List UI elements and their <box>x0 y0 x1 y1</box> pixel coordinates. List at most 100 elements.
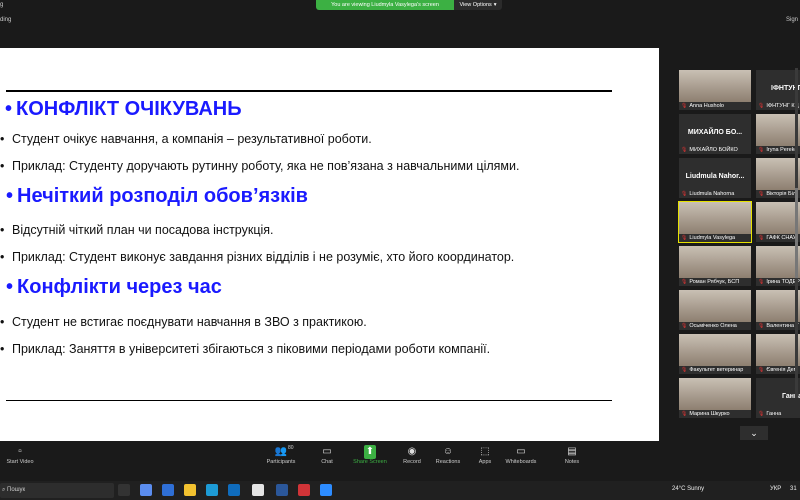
wps-icon[interactable] <box>298 484 310 496</box>
participant-tile[interactable]: 🎙 Liudmyla Vasylega <box>678 201 752 243</box>
toolbar-label: Record <box>403 459 421 465</box>
mic-muted-icon: 🎙 <box>681 147 688 153</box>
participant-name-label: 🎙 Марина Шкурко <box>681 411 730 417</box>
mic-muted-icon: 🎙 <box>681 323 688 329</box>
task-view-icon[interactable] <box>118 484 130 496</box>
file-explorer-icon[interactable] <box>184 484 196 496</box>
participant-tile[interactable]: 🎙 Марина Шкурко <box>679 378 751 418</box>
participant-tile[interactable]: 🎙 Вікторія Біл <box>756 158 800 198</box>
windows-taskbar: ⌕ Пошук 24°C Sunny УКР 31 <box>0 481 800 500</box>
notes-button[interactable]: ▤ Notes <box>549 445 595 465</box>
participant-tile[interactable]: Liudmula Nahor... 🎙 Liudmula Nahorna <box>679 158 751 198</box>
participant-video <box>679 202 751 234</box>
chrome-icon[interactable] <box>252 484 264 496</box>
language-indicator[interactable]: УКР <box>770 486 781 492</box>
participants-button[interactable]: 👥 80 Participants <box>258 445 304 465</box>
participant-video <box>679 290 751 322</box>
top-bar: g ding Sign You are viewing Liudmyla Vas… <box>0 0 800 48</box>
participant-name-label: 🎙 Iryna Pereko <box>758 147 798 153</box>
toolbar-label: Participants <box>266 459 296 465</box>
mic-muted-icon: 🎙 <box>758 103 765 109</box>
participants-icon: 👥 <box>274 446 288 457</box>
copilot-icon[interactable] <box>140 484 152 496</box>
section-heading-2: • Нечіткий розподіл обов’язків <box>6 185 308 207</box>
mic-muted-icon: 🎙 <box>681 191 688 197</box>
mic-muted-icon: 🎙 <box>681 411 688 417</box>
participant-name-label: 🎙 Ганна <box>758 411 782 417</box>
mic-muted-icon: 🎙 <box>758 323 765 329</box>
participant-tile[interactable]: 🎙 Anna Husholo <box>679 70 751 110</box>
participant-video <box>756 246 800 278</box>
participant-tile[interactable]: 🎙 Ірина ТОДЕР <box>756 246 800 286</box>
window-title-fragment: g <box>0 2 4 8</box>
zoom-icon[interactable] <box>320 484 332 496</box>
participant-tile[interactable]: 🎙 Факультет ветеринар <box>679 334 751 374</box>
word-icon[interactable] <box>276 484 288 496</box>
bullet-1-1: • Студент очікує навчання, а компанія – р… <box>0 132 372 146</box>
screen-share-banner: You are viewing Liudmyla Vasylega's scre… <box>316 0 502 10</box>
toolbar-label: Chat <box>321 459 333 465</box>
teams-icon[interactable] <box>162 484 174 496</box>
participant-video <box>679 70 751 102</box>
weather-status[interactable]: 24°C Sunny <box>672 486 704 492</box>
shared-slide: • КОНФЛІКТ ОЧІКУВАНЬ • Студент очікує навч… <box>0 48 659 441</box>
bullet-3-1: • Студент не встигає поєднувати навчання … <box>0 315 367 329</box>
participant-tile[interactable]: ІФНТУНГ КЦ 🎙ІФНТУНГ КЦ <box>756 70 800 110</box>
participant-display-name: Ганна <box>781 393 800 400</box>
meeting-toolbar: ▫ Start Video 👥 80 Participants ▭ Chat ⬆ Share S… <box>0 441 800 481</box>
participant-tile[interactable]: 🎙 ГАФК СНАУ <box>756 202 800 242</box>
gallery-scrollbar[interactable] <box>795 68 798 398</box>
participant-tile[interactable]: 🎙 Iryna Pereko <box>756 114 800 154</box>
participant-tile[interactable]: 🎙 Роман Рябчук, БСП <box>679 246 751 286</box>
participant-video <box>679 334 751 366</box>
mic-muted-icon: 🎙 <box>758 235 765 241</box>
toolbar-label: Apps <box>478 459 492 465</box>
whiteboards-button[interactable]: ▭ Whiteboards <box>498 445 544 465</box>
participant-display-name: ІФНТУНГ КЦ <box>771 85 800 92</box>
share-screen-button[interactable]: ⬆ Share Screen <box>347 445 393 465</box>
sign-label: Sign <box>785 17 798 23</box>
slide-divider-top <box>6 90 612 92</box>
toolbar-label: Reactions <box>435 459 461 465</box>
participant-display-name: МИХАЙЛО БО... <box>687 129 743 136</box>
participant-video <box>756 114 800 146</box>
participants-count: 80 <box>288 445 294 451</box>
gallery-next-page-button[interactable]: ⌄ <box>740 426 768 440</box>
chat-button[interactable]: ▭ Chat <box>304 445 350 465</box>
participant-gallery: 🎙Anna Husholo ІФНТУНГ КЦ 🎙ІФНТУНГ КЦ МИХАЙЛ… <box>659 48 800 441</box>
start-video-button[interactable]: ▫ Start Video <box>0 445 43 465</box>
participant-tile[interactable]: МИХАЙЛО БО... 🎙 МИХАЙЛО БОЙКО <box>679 114 751 154</box>
view-options-button[interactable]: View Options ▾ <box>454 0 502 10</box>
participant-name-label: 🎙 Liudmyla Vasylega <box>681 235 736 241</box>
participant-tile[interactable]: 🎙 Євгенія Дем <box>756 334 800 374</box>
slide-divider-bottom <box>6 400 612 401</box>
participant-name-label: 🎙 Євгенія Дем <box>758 367 798 373</box>
mic-muted-icon: 🎙 <box>758 279 765 285</box>
participant-name-label: 🎙 Осьміченко Олена <box>681 323 737 329</box>
participant-tile[interactable]: 🎙 Валентина Т <box>756 290 800 330</box>
bullet-1-2: • Приклад: Студенту доручають рутинну роб… <box>0 159 520 173</box>
mic-muted-icon: 🎙 <box>758 147 765 153</box>
mic-muted-icon: 🎙 <box>758 411 765 417</box>
mic-muted-icon: 🎙 <box>758 367 765 373</box>
toolbar-label: Whiteboards <box>505 459 537 465</box>
mail-icon[interactable] <box>228 484 240 496</box>
participant-tile[interactable]: 🎙 Осьміченко Олена <box>679 290 751 330</box>
share-screen-icon: ⬆ <box>364 445 376 459</box>
participant-video <box>756 334 800 366</box>
edge-icon[interactable] <box>206 484 218 496</box>
participant-video <box>756 158 800 190</box>
scrollbar-thumb[interactable] <box>795 188 798 278</box>
participant-name-label: 🎙 Роман Рябчук, БСП <box>681 279 740 285</box>
mic-muted-icon: 🎙 <box>758 191 765 197</box>
taskbar-search-input[interactable]: ⌕ Пошук <box>0 483 114 498</box>
participant-video <box>756 290 800 322</box>
participant-tile[interactable]: Ганна 🎙Ганна <box>756 378 800 418</box>
participant-video <box>679 246 751 278</box>
participant-display-name: Liudmula Nahor... <box>685 173 745 180</box>
section-heading-1: • КОНФЛІКТ ОЧІКУВАНЬ <box>5 98 242 120</box>
notes-icon: ▤ <box>567 446 577 457</box>
participant-name-label: 🎙 ГАФК СНАУ <box>758 235 797 241</box>
bullet-2-1: • Відсутній чіткий план чи посадова інстр… <box>0 223 274 237</box>
clock[interactable]: 31 <box>790 486 797 492</box>
